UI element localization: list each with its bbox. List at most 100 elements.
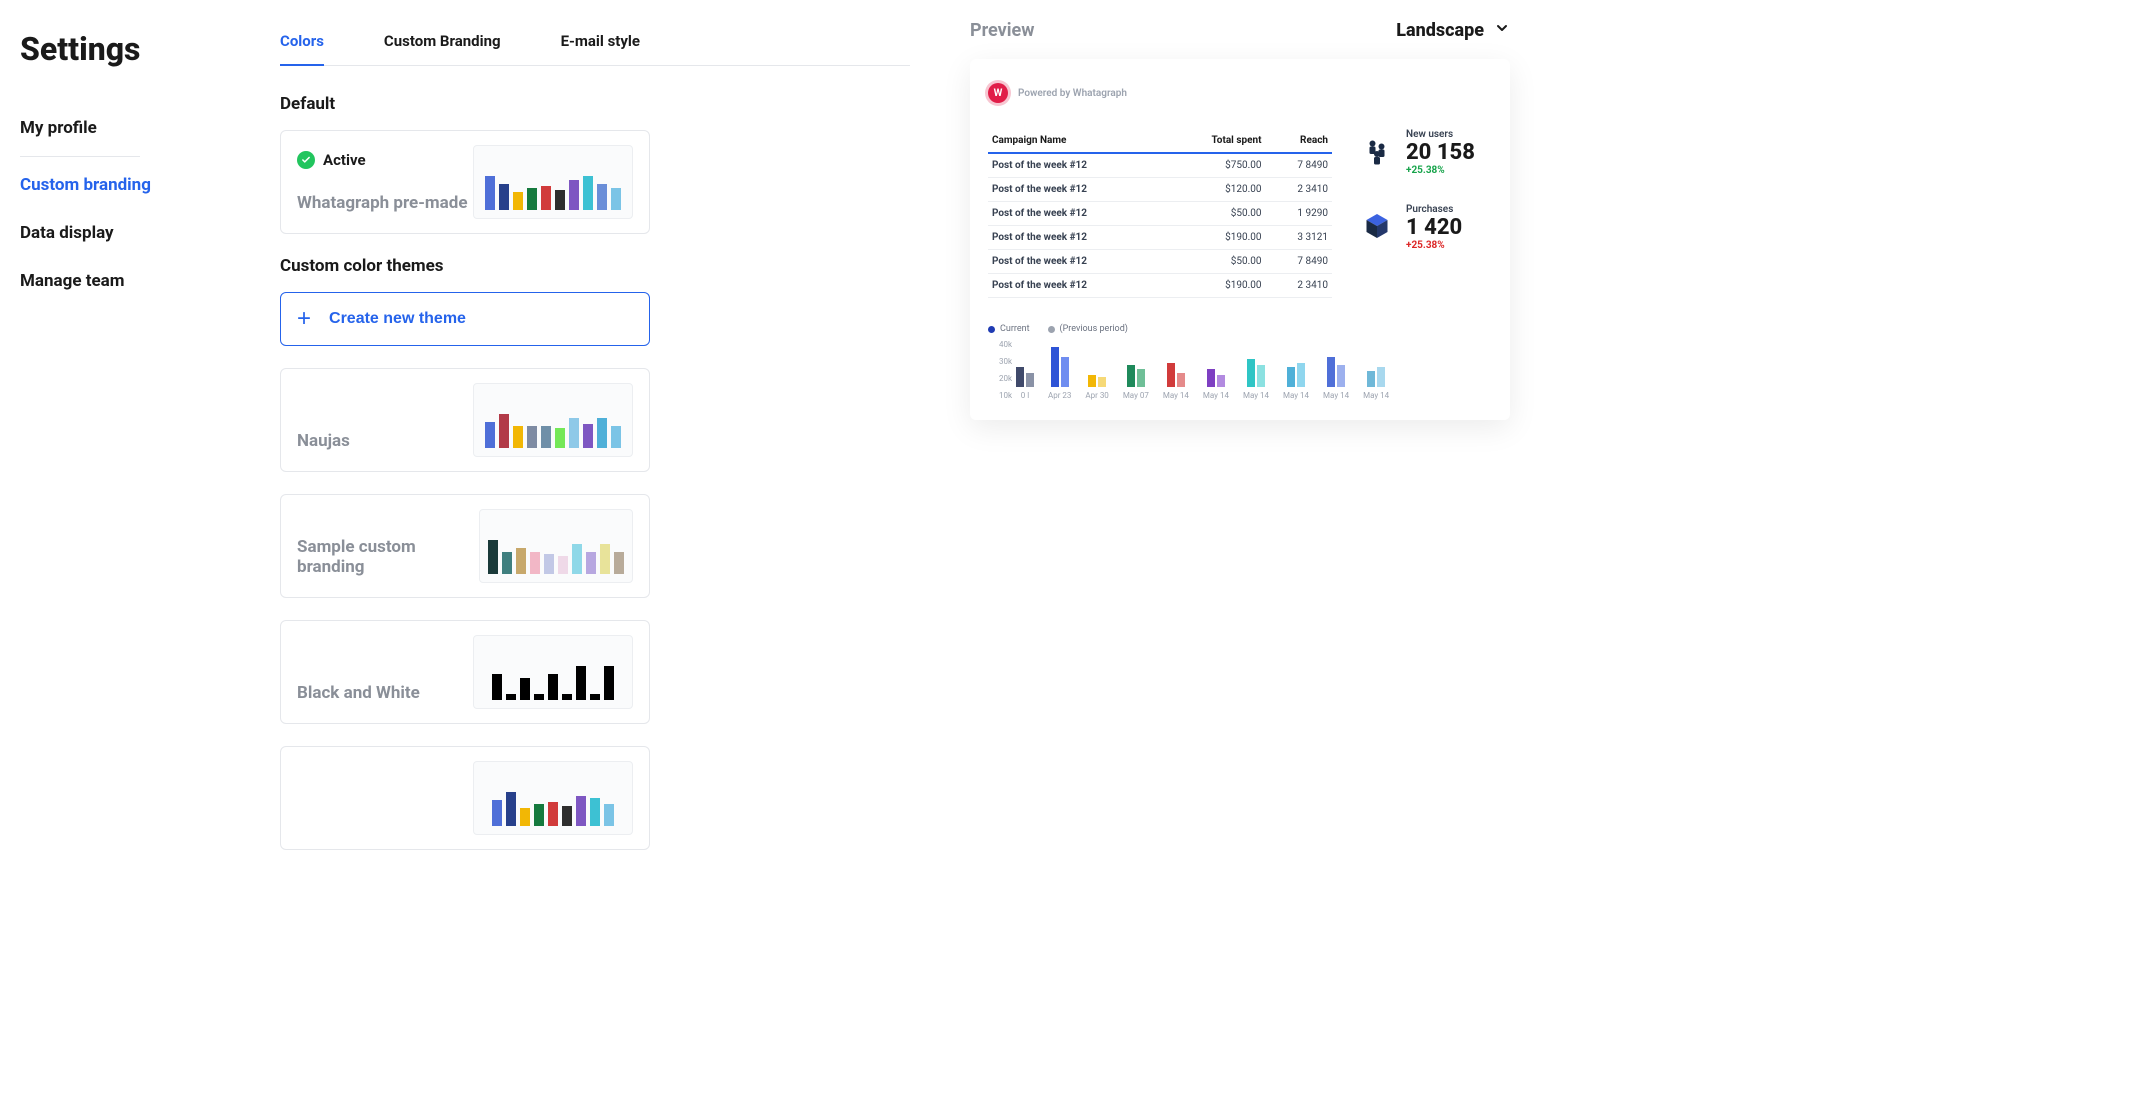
theme-name: Whatagraph pre-made: [297, 193, 468, 213]
theme-thumb: [473, 383, 633, 457]
theme-card[interactable]: Black and White: [280, 620, 650, 724]
legend-dot-icon: [988, 326, 995, 333]
preview-table: Campaign Name Total spent Reach Post of …: [988, 129, 1332, 298]
x-label: May 07: [1123, 391, 1149, 400]
metric: Purchases1 420+25.38%: [1362, 204, 1492, 251]
bar-group: May 14: [1363, 341, 1389, 400]
metric-delta: +25.38%: [1406, 165, 1475, 176]
cell-reach: 7 8490: [1265, 153, 1332, 178]
y-tick: 40k: [988, 340, 1012, 349]
cube-icon: [1362, 211, 1392, 244]
tab-email-style[interactable]: E-mail style: [561, 20, 640, 66]
cell-name: Post of the week #12: [988, 226, 1165, 250]
bar-group: May 07: [1123, 341, 1149, 400]
cell-spent: $190.00: [1165, 274, 1265, 298]
y-tick: 10k: [988, 391, 1012, 400]
orientation-select[interactable]: Landscape: [1396, 20, 1510, 41]
bar-group: Apr 30: [1085, 341, 1108, 400]
custom-theme-list: Naujas Sample custom branding Black and Wh…: [280, 368, 910, 850]
users-icon: [1362, 136, 1392, 169]
theme-card-default[interactable]: Active Whatagraph pre-made: [280, 130, 650, 234]
cell-reach: 3 3121: [1265, 226, 1332, 250]
cell-reach: 7 8490: [1265, 250, 1332, 274]
x-label: Apr 30: [1085, 391, 1108, 400]
cell-name: Post of the week #12: [988, 250, 1165, 274]
metric-value: 1 420: [1406, 215, 1462, 240]
tab-custom-branding[interactable]: Custom Branding: [384, 20, 501, 66]
custom-section-label: Custom color themes: [280, 256, 910, 276]
active-badge: Active: [297, 151, 468, 169]
preview-card: W Powered by Whatagraph Campaign Name To…: [970, 59, 1510, 420]
theme-thumb: [473, 145, 633, 219]
metric-label: Purchases: [1406, 204, 1462, 215]
preview-column: Preview Landscape W Powered by Whatagrap…: [950, 20, 1510, 1106]
theme-name: Black and White: [297, 683, 420, 703]
x-label: May 14: [1323, 391, 1349, 400]
bar-group: May 14: [1283, 341, 1309, 400]
page-title: Settings: [20, 30, 250, 68]
cell-name: Post of the week #12: [988, 153, 1165, 178]
y-tick: 30k: [988, 357, 1012, 366]
sidebar-item-data-display[interactable]: Data display: [20, 209, 250, 257]
tabs: Colors Custom Branding E-mail style: [280, 20, 910, 66]
legend-item: Current: [988, 324, 1030, 334]
active-badge-label: Active: [323, 151, 366, 169]
legend-row: Current(Previous period): [988, 324, 1492, 334]
bar-group: May 14: [1323, 341, 1349, 400]
bar-group: May 14: [1243, 341, 1269, 400]
cell-name: Post of the week #12: [988, 274, 1165, 298]
plus-icon: +: [297, 307, 311, 331]
brand-text: Powered by Whatagraph: [1018, 88, 1127, 99]
table-col-spent: Total spent: [1165, 129, 1265, 153]
y-tick: 20k: [988, 374, 1012, 383]
table-row: Post of the week #12$750.007 8490: [988, 153, 1332, 178]
chevron-down-icon: [1494, 20, 1510, 41]
bar-groups: 0 lApr 23Apr 30May 07May 14May 14May 14M…: [1016, 340, 1492, 400]
table-row: Post of the week #12$120.002 3410: [988, 178, 1332, 202]
default-section-label: Default: [280, 94, 910, 114]
bar-group: Apr 23: [1048, 341, 1071, 400]
tab-colors[interactable]: Colors: [280, 20, 324, 66]
cell-reach: 1 9290: [1265, 202, 1332, 226]
cell-name: Post of the week #12: [988, 202, 1165, 226]
table-row: Post of the week #12$50.001 9290: [988, 202, 1332, 226]
table-row: Post of the week #12$190.003 3121: [988, 226, 1332, 250]
cell-reach: 2 3410: [1265, 274, 1332, 298]
sidebar-item-custom-branding[interactable]: Custom branding: [20, 161, 250, 209]
metric-delta: +25.38%: [1406, 240, 1462, 251]
x-label: May 14: [1363, 391, 1389, 400]
metric-label: New users: [1406, 129, 1475, 140]
sidebar-item-my-profile[interactable]: My profile: [20, 104, 250, 152]
table-col-reach: Reach: [1265, 129, 1332, 153]
x-label: Apr 23: [1048, 391, 1071, 400]
theme-card[interactable]: [280, 746, 650, 850]
sidebar-divider: [20, 156, 140, 157]
legend-label: Current: [1000, 324, 1030, 334]
x-label: May 14: [1163, 391, 1189, 400]
theme-card[interactable]: Sample custom branding: [280, 494, 650, 598]
cell-spent: $750.00: [1165, 153, 1265, 178]
bar-group: May 14: [1203, 341, 1229, 400]
preview-mini-chart: 40k30k20k10k 0 lApr 23Apr 30May 07May 14…: [988, 340, 1492, 400]
theme-name: Sample custom branding: [297, 537, 479, 577]
theme-thumb: [473, 761, 633, 835]
metric-value: 20 158: [1406, 140, 1475, 165]
table-row: Post of the week #12$190.002 3410: [988, 274, 1332, 298]
check-icon: [297, 151, 315, 169]
theme-thumb: [479, 509, 633, 583]
sidebar-item-manage-team[interactable]: Manage team: [20, 257, 250, 305]
create-theme-label: Create new theme: [329, 310, 466, 328]
brand-row: W Powered by Whatagraph: [988, 83, 1492, 103]
sidebar: Settings My profile Custom branding Data…: [20, 20, 250, 1106]
y-ticks: 40k 30k 20k 10k: [988, 340, 1012, 400]
metric: New users20 158+25.38%: [1362, 129, 1492, 176]
theme-card[interactable]: Naujas: [280, 368, 650, 472]
theme-name: Naujas: [297, 431, 350, 451]
orientation-value: Landscape: [1396, 20, 1484, 41]
cell-spent: $120.00: [1165, 178, 1265, 202]
cell-name: Post of the week #12: [988, 178, 1165, 202]
cell-spent: $50.00: [1165, 202, 1265, 226]
metrics-side: New users20 158+25.38%Purchases1 420+25.…: [1362, 129, 1492, 298]
create-theme-button[interactable]: + Create new theme: [280, 292, 650, 346]
table-row: Post of the week #12$50.007 8490: [988, 250, 1332, 274]
